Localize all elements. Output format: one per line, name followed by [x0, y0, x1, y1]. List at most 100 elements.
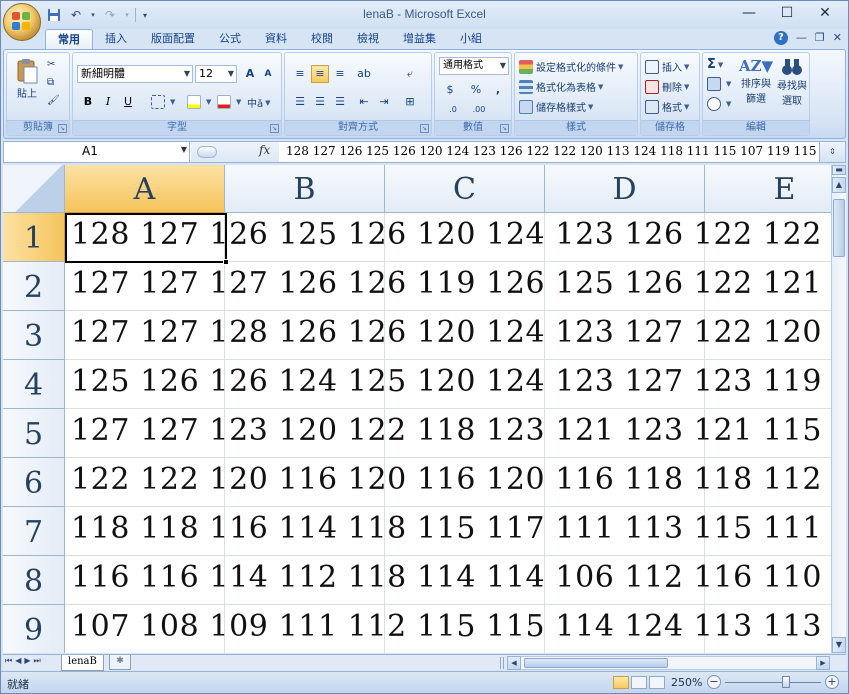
formula-bar-resize-handle[interactable] [197, 146, 217, 158]
cell-a3-value[interactable]: 127 127 128 126 126 120 124 123 127 122 … [71, 315, 831, 350]
decrease-decimal-button[interactable]: .00 [467, 101, 491, 119]
ribbon-minimize-button[interactable]: — [796, 31, 807, 45]
insert-cells-button[interactable]: 插入 ▼ [645, 59, 689, 74]
insert-function-icon[interactable]: fx [259, 143, 270, 157]
horizontal-scrollbar[interactable]: ◀ ▶ [507, 656, 830, 670]
align-left-icon[interactable]: ☰ [291, 93, 309, 111]
name-box[interactable]: A1 ▼ [4, 142, 190, 162]
tab-insert[interactable]: 插入 [93, 29, 139, 49]
row-header-1[interactable]: 1 [3, 213, 65, 262]
tab-data[interactable]: 資料 [253, 29, 299, 49]
column-header-b[interactable]: B [225, 165, 385, 213]
row-header-2[interactable]: 2 [3, 262, 65, 311]
horizontal-split-handle[interactable] [500, 657, 504, 669]
ribbon-close-button[interactable]: ✕ [833, 31, 842, 45]
next-sheet-button[interactable]: ▶ [24, 656, 30, 666]
undo-dropdown-icon[interactable]: ▾ [89, 7, 97, 23]
minimize-button[interactable]: — [730, 1, 768, 25]
sheet-tab-lenaB[interactable]: lenaB [61, 655, 104, 671]
tab-formulas[interactable]: 公式 [207, 29, 253, 49]
row-header-6[interactable]: 6 [3, 458, 65, 507]
worksheet-grid[interactable]: ABCDE 123456789 128 127 126 125 126 120 … [3, 165, 831, 653]
conditional-format-button[interactable]: 設定格式化的條件 ▼ [519, 59, 623, 74]
grow-font-button[interactable]: A [241, 65, 259, 83]
zoom-out-button[interactable]: − [707, 675, 721, 689]
formula-input[interactable]: 128 127 126 125 126 120 124 123 126 122 … [286, 144, 843, 158]
zoom-level[interactable]: 250% [671, 676, 702, 689]
first-sheet-button[interactable]: ⏮ [5, 656, 12, 666]
cell-a9-value[interactable]: 107 108 109 111 112 115 115 114 124 113 … [71, 609, 831, 644]
phonetic-button[interactable]: 中ǎ ▼ [247, 95, 271, 111]
undo-icon[interactable]: ↶ [67, 7, 85, 23]
vertical-scroll-thumb[interactable] [833, 199, 845, 257]
increase-decimal-button[interactable]: .0 [441, 101, 465, 119]
merge-center-icon[interactable]: ⊞ [401, 93, 419, 111]
currency-button[interactable]: $ [441, 81, 459, 99]
cut-icon[interactable]: ✂ [47, 59, 55, 70]
align-right-icon[interactable]: ☰ [331, 93, 349, 111]
tab-home[interactable]: 常用 [45, 29, 93, 49]
redo-dropdown-icon[interactable]: ▾ [123, 7, 131, 23]
percent-button[interactable]: % [467, 81, 485, 99]
office-button[interactable] [3, 3, 41, 41]
tab-page-layout[interactable]: 版面配置 [139, 29, 207, 49]
comma-button[interactable]: , [489, 81, 507, 99]
scroll-left-button[interactable]: ◀ [507, 656, 521, 670]
format-cells-button[interactable]: 格式 ▼ [645, 99, 689, 114]
wrap-text-icon[interactable]: ⤶ [401, 65, 419, 83]
formula-bar-expand-button[interactable]: ⇕ [819, 142, 845, 162]
font-launcher-icon[interactable]: ↘ [270, 124, 279, 133]
tab-team[interactable]: 小組 [448, 29, 494, 49]
insert-sheet-icon[interactable]: ✱ [109, 655, 131, 670]
align-center-icon[interactable]: ☰ [311, 93, 329, 111]
shrink-font-button[interactable]: A [259, 65, 277, 83]
vertical-scrollbar[interactable]: ▬ ▲ ▼ [831, 165, 846, 653]
save-icon[interactable] [45, 7, 63, 23]
tab-review[interactable]: 校閱 [299, 29, 345, 49]
close-button[interactable]: ✕ [806, 1, 844, 25]
fill-handle[interactable] [223, 259, 229, 265]
copy-icon[interactable]: ⧉ [47, 77, 54, 88]
increase-indent-icon[interactable]: ⇥ [375, 93, 393, 111]
cell-styles-button[interactable]: 儲存格樣式 ▼ [519, 99, 593, 114]
fill-color-button[interactable]: ▼ [187, 95, 211, 109]
column-header-a[interactable]: A [65, 165, 225, 213]
previous-sheet-button[interactable]: ◀ [15, 656, 21, 666]
page-break-view-icon[interactable] [649, 676, 665, 689]
sort-filter-button[interactable]: AZ▼ 排序與 篩選 [739, 57, 773, 105]
orientation-icon[interactable]: ab [355, 65, 373, 83]
tab-add-ins[interactable]: 增益集 [391, 29, 448, 49]
scroll-down-button[interactable]: ▼ [832, 637, 846, 653]
decrease-indent-icon[interactable]: ⇤ [355, 93, 373, 111]
delete-cells-button[interactable]: 刪除 ▼ [645, 79, 689, 94]
ribbon-restore-button[interactable]: ❐ [815, 31, 825, 45]
zoom-slider-track[interactable] [725, 682, 821, 683]
font-color-button[interactable]: ▼ [217, 95, 241, 109]
cell-a2-value[interactable]: 127 127 127 126 126 119 126 125 126 122 … [71, 266, 831, 301]
number-format-combo[interactable]: 通用格式 ▼ [439, 57, 509, 75]
row-header-5[interactable]: 5 [3, 409, 65, 458]
last-sheet-button[interactable]: ⏭ [34, 656, 41, 666]
align-bottom-icon[interactable]: ≡ [331, 65, 349, 83]
help-icon[interactable]: ? [773, 31, 788, 45]
customize-qat-button[interactable]: ▾ [140, 7, 150, 23]
tab-view[interactable]: 檢視 [345, 29, 391, 49]
page-layout-view-icon[interactable] [631, 676, 647, 689]
alignment-launcher-icon[interactable]: ↘ [420, 124, 429, 133]
horizontal-scroll-thumb[interactable] [524, 658, 668, 668]
cell-a8-value[interactable]: 116 116 114 112 118 114 114 106 112 116 … [71, 560, 831, 595]
find-select-button[interactable]: 尋找與 選取 [775, 57, 809, 107]
format-as-table-button[interactable]: 格式化為表格 ▼ [519, 79, 603, 94]
borders-button[interactable]: ▼ [151, 95, 175, 109]
cell-a5-value[interactable]: 127 127 123 120 122 118 123 121 123 121 … [71, 413, 831, 448]
redo-icon[interactable]: ↷ [101, 7, 119, 23]
row-header-9[interactable]: 9 [3, 605, 65, 653]
zoom-slider-thumb[interactable] [782, 676, 790, 688]
clear-icon[interactable]: ▼ [707, 97, 731, 111]
fill-icon[interactable]: ▼ [707, 77, 731, 91]
clipboard-launcher-icon[interactable]: ↘ [58, 124, 67, 133]
bold-button[interactable]: B [79, 93, 97, 111]
column-header-d[interactable]: D [545, 165, 705, 213]
vertical-split-handle[interactable]: ▬ [832, 165, 846, 175]
autosum-icon[interactable]: Σ ▼ [707, 57, 723, 72]
